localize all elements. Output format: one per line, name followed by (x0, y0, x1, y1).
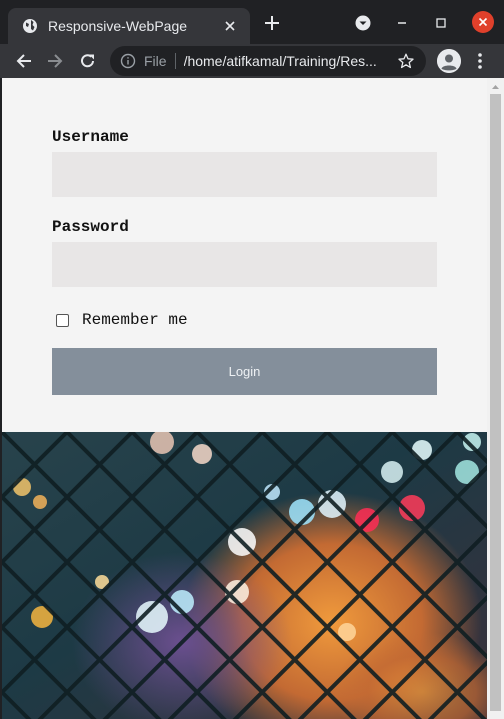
maximize-icon[interactable] (431, 13, 451, 33)
profile-icon[interactable] (437, 49, 461, 73)
page-viewport: Username Password Remember me Login (0, 78, 504, 719)
scroll-up-arrow-icon[interactable] (490, 82, 501, 92)
arrow-forward-icon[interactable] (44, 50, 66, 72)
hero-image (2, 432, 487, 719)
tab-strip: Responsive-WebPage (0, 0, 504, 44)
globe-icon (23, 19, 37, 33)
window-close-icon[interactable] (472, 11, 494, 33)
reload-icon[interactable] (77, 50, 99, 72)
tab-title: Responsive-WebPage (48, 18, 188, 34)
info-icon[interactable] (120, 53, 136, 69)
password-input[interactable] (52, 242, 437, 287)
address-separator (174, 53, 176, 69)
star-icon[interactable] (397, 53, 414, 69)
minimize-icon[interactable] (392, 13, 412, 33)
browser-toolbar: File /home/atifkamal/Training/Res... (0, 44, 504, 78)
login-form: Username Password Remember me Login (2, 78, 487, 432)
address-url[interactable]: /home/atifkamal/Training/Res... (184, 53, 390, 69)
remember-me-checkbox[interactable] (56, 313, 69, 327)
address-scheme: File (144, 53, 167, 69)
close-icon[interactable] (222, 18, 238, 34)
remember-me-label[interactable]: Remember me (82, 311, 188, 329)
hero-image-graphic (2, 432, 487, 719)
username-label: Username (52, 128, 129, 146)
scrollbar-thumb[interactable] (490, 94, 501, 711)
address-bar[interactable]: File /home/atifkamal/Training/Res... (110, 46, 426, 76)
plus-icon[interactable] (262, 13, 282, 33)
browser-tab[interactable]: Responsive-WebPage (8, 8, 250, 44)
tab-search-icon[interactable] (353, 13, 373, 33)
username-input[interactable] (52, 152, 437, 197)
arrow-back-icon[interactable] (13, 50, 35, 72)
login-button[interactable]: Login (52, 348, 437, 395)
kebab-menu-icon[interactable] (470, 51, 490, 71)
password-label: Password (52, 218, 129, 236)
remember-me-row[interactable]: Remember me (56, 311, 188, 329)
